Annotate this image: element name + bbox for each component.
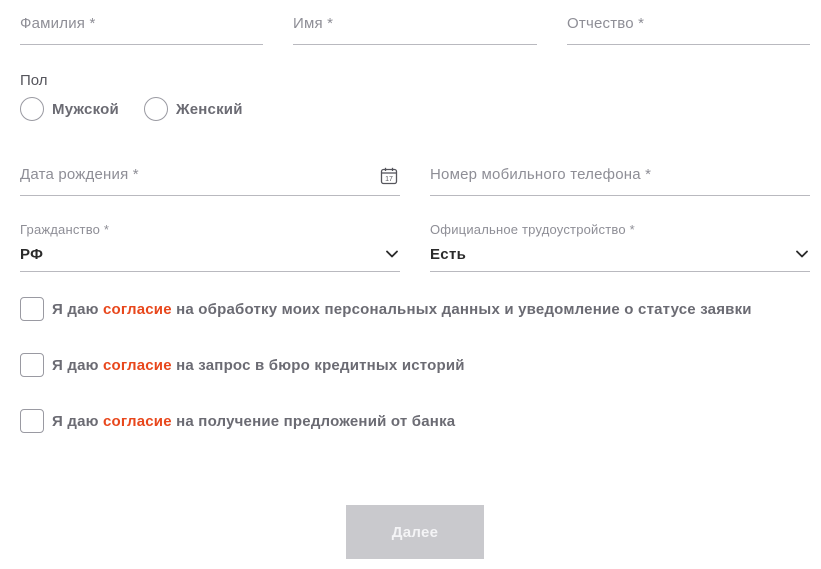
consent-suffix: на получение предложений от банка: [171, 412, 456, 430]
consent-link[interactable]: согласие: [103, 301, 172, 318]
gender-option-female-label: Женский: [176, 100, 243, 118]
radio-circle[interactable]: [20, 97, 44, 121]
gender-radio-female[interactable]: Женский: [144, 97, 243, 121]
middle-name-field[interactable]: Отчество *: [567, 10, 810, 45]
consent-prefix: Я даю: [52, 412, 103, 430]
calendar-icon-day: 17: [385, 176, 393, 183]
consent-prefix: Я даю: [52, 356, 103, 374]
citizenship-label: Гражданство *: [20, 222, 110, 237]
consent-bank-offers[interactable]: Я даю согласие на получение предложений …: [20, 409, 455, 433]
consent-suffix: на запрос в бюро кредитных историй: [171, 356, 465, 374]
consent-checkbox[interactable]: [20, 297, 44, 321]
citizenship-value: РФ: [20, 246, 44, 263]
calendar-icon[interactable]: 17: [380, 167, 398, 185]
chevron-down-icon[interactable]: [796, 250, 808, 258]
consent-text: Я даю согласие на получение предложений …: [52, 413, 455, 430]
chevron-down-icon[interactable]: [386, 250, 398, 258]
birth-date-field[interactable]: Дата рождения * 17: [20, 160, 400, 196]
consent-credit-bureau[interactable]: Я даю согласие на запрос в бюро кредитны…: [20, 353, 465, 377]
consent-checkbox[interactable]: [20, 409, 44, 433]
gender-option-male-label: Мужской: [52, 100, 119, 118]
first-name-placeholder: Имя *: [293, 15, 334, 32]
middle-name-placeholder: Отчество *: [567, 15, 645, 32]
radio-circle[interactable]: [144, 97, 168, 121]
last-name-field[interactable]: Фамилия *: [20, 10, 263, 45]
consent-link[interactable]: согласие: [103, 413, 172, 430]
last-name-placeholder: Фамилия *: [20, 15, 96, 32]
gender-label: Пол: [20, 72, 48, 89]
next-button[interactable]: Далее: [346, 505, 484, 559]
consent-text: Я даю согласие на обработку моих персона…: [52, 301, 752, 318]
phone-placeholder: Номер мобильного телефона *: [430, 166, 652, 183]
consent-link[interactable]: согласие: [103, 357, 172, 374]
phone-field[interactable]: Номер мобильного телефона *: [430, 160, 810, 196]
gender-radio-male[interactable]: Мужской: [20, 97, 119, 121]
consent-personal-data[interactable]: Я даю согласие на обработку моих персона…: [20, 297, 752, 321]
birth-date-placeholder: Дата рождения *: [20, 166, 139, 183]
citizenship-select[interactable]: Гражданство * РФ: [20, 222, 400, 272]
first-name-field[interactable]: Имя *: [293, 10, 537, 45]
employment-select[interactable]: Официальное трудоустройство * Есть: [430, 222, 810, 272]
consent-text: Я даю согласие на запрос в бюро кредитны…: [52, 357, 465, 374]
employment-label: Официальное трудоустройство *: [430, 222, 635, 237]
consent-prefix: Я даю: [52, 300, 103, 318]
employment-value: Есть: [430, 246, 467, 263]
consent-suffix: на обработку моих персональных данных и …: [171, 300, 752, 318]
consent-checkbox[interactable]: [20, 353, 44, 377]
